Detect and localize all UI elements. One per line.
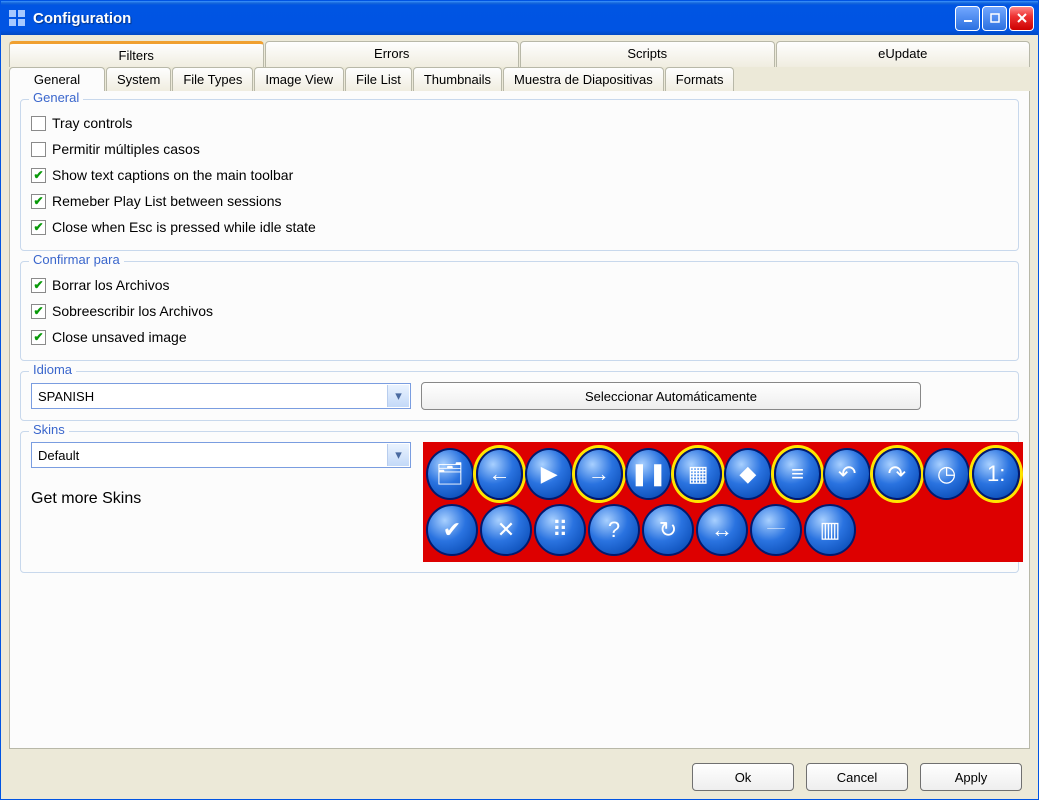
group-skins: Skins Default ▾ Get more Skins 🗂←▶→❚❚▦◆≡… — [20, 431, 1019, 573]
get-more-skins-link[interactable]: Get more Skins — [31, 490, 411, 508]
tab-system[interactable]: System — [106, 67, 171, 91]
auto-select-button[interactable]: Seleccionar Automáticamente — [421, 382, 921, 410]
tabs-upper: Filters Errors Scripts eUpdate — [9, 41, 1030, 67]
help-icon[interactable]: ? — [588, 504, 640, 556]
folders-icon[interactable]: 🗂 — [426, 448, 474, 500]
close-button[interactable] — [1009, 6, 1034, 31]
checkbox-row: ✔ Sobreescribir los Archivos — [31, 298, 1008, 324]
diamond-icon[interactable]: ◆ — [724, 448, 772, 500]
refresh-icon[interactable]: ↻ — [642, 504, 694, 556]
chevron-down-icon: ▾ — [387, 385, 409, 407]
chevron-down-icon: ▾ — [387, 444, 409, 466]
checkbox-label: Sobreescribir los Archivos — [52, 303, 213, 319]
titlebar: Configuration — [1, 1, 1038, 35]
dots-icon[interactable]: ⠿ — [534, 504, 586, 556]
checkbox-row: ✔ Remeber Play List between sessions — [31, 188, 1008, 214]
checkbox-row: ✔ Borrar los Archivos — [31, 272, 1008, 298]
legend-confirm: Confirmar para — [29, 252, 124, 267]
checkbox[interactable]: ✔ — [31, 194, 46, 209]
checkbox[interactable] — [31, 142, 46, 157]
checkbox[interactable]: ✔ — [31, 330, 46, 345]
language-value: SPANISH — [38, 389, 94, 404]
check-icon[interactable]: ✔ — [426, 504, 478, 556]
tab-errors[interactable]: Errors — [265, 41, 520, 67]
skin-select[interactable]: Default ▾ — [31, 442, 411, 468]
minimize-button[interactable] — [955, 6, 980, 31]
bars-thick-icon[interactable]: ▥ — [804, 504, 856, 556]
tab-panel-general: General Tray controls Permitir múltiples … — [9, 91, 1030, 749]
group-general: General Tray controlsPermitir múltiples … — [20, 99, 1019, 251]
tab-thumbnails[interactable]: Thumbnails — [413, 67, 502, 91]
checkbox-label: Close when Esc is pressed while idle sta… — [52, 219, 316, 235]
legend-idioma: Idioma — [29, 362, 76, 377]
clock-icon[interactable]: ◷ — [923, 448, 971, 500]
ok-button[interactable]: Ok — [692, 763, 794, 791]
bars-thin-icon[interactable]: 𝄖 — [750, 504, 802, 556]
play-icon[interactable]: ▶ — [525, 448, 573, 500]
language-select[interactable]: SPANISH ▾ — [31, 383, 411, 409]
checkbox-label: Close unsaved image — [52, 329, 187, 345]
checkbox-label: Remeber Play List between sessions — [52, 193, 282, 209]
app-icon — [7, 8, 27, 28]
dialog-button-bar: Ok Cancel Apply — [1, 755, 1038, 799]
group-idioma: Idioma SPANISH ▾ Seleccionar Automáticam… — [20, 371, 1019, 421]
checkbox-row: Tray controls — [31, 110, 1008, 136]
checkbox-label: Borrar los Archivos — [52, 277, 169, 293]
close-round-icon[interactable]: ✕ — [480, 504, 532, 556]
tab-file-types[interactable]: File Types — [172, 67, 253, 91]
checkbox[interactable]: ✔ — [31, 304, 46, 319]
redo-icon[interactable]: ↷ — [873, 448, 921, 500]
forward-icon[interactable]: → — [575, 448, 623, 500]
apply-button[interactable]: Apply — [920, 763, 1022, 791]
legend-general: General — [29, 90, 83, 105]
checkbox-row: ✔ Close unsaved image — [31, 324, 1008, 350]
checkbox[interactable]: ✔ — [31, 168, 46, 183]
checkbox-row: ✔ Close when Esc is pressed while idle st… — [31, 214, 1008, 240]
checkbox-label: Permitir múltiples casos — [52, 141, 200, 157]
checkbox-label: Show text captions on the main toolbar — [52, 167, 293, 183]
checkbox[interactable] — [31, 116, 46, 131]
one-one-icon[interactable]: 1: — [972, 448, 1020, 500]
tab-file-list[interactable]: File List — [345, 67, 412, 91]
lines-icon[interactable]: ≡ — [774, 448, 822, 500]
grid-icon[interactable]: ▦ — [674, 448, 722, 500]
legend-skins: Skins — [29, 422, 69, 437]
tab-scripts[interactable]: Scripts — [520, 41, 775, 67]
skin-preview: 🗂←▶→❚❚▦◆≡↶↷◷1: ✔✕⠿?↻↔𝄖▥ — [423, 442, 1023, 562]
skin-value: Default — [38, 448, 79, 463]
tab-general[interactable]: General — [9, 67, 105, 91]
checkbox-row: Permitir múltiples casos — [31, 136, 1008, 162]
tab-muestra[interactable]: Muestra de Diapositivas — [503, 67, 664, 91]
checkbox-row: ✔ Show text captions on the main toolbar — [31, 162, 1008, 188]
tab-image-view[interactable]: Image View — [254, 67, 344, 91]
maximize-button[interactable] — [982, 6, 1007, 31]
back-icon[interactable]: ← — [476, 448, 524, 500]
tab-eupdate[interactable]: eUpdate — [776, 41, 1031, 67]
cancel-button[interactable]: Cancel — [806, 763, 908, 791]
pause-icon[interactable]: ❚❚ — [625, 448, 673, 500]
window-title: Configuration — [33, 10, 955, 27]
tabs-lower: General System File Types Image View Fil… — [9, 67, 1030, 91]
checkbox-label: Tray controls — [52, 115, 132, 131]
checkbox[interactable]: ✔ — [31, 278, 46, 293]
tab-formats[interactable]: Formats — [665, 67, 735, 91]
resize-h-icon[interactable]: ↔ — [696, 504, 748, 556]
checkbox[interactable]: ✔ — [31, 220, 46, 235]
tab-filters[interactable]: Filters — [9, 41, 264, 67]
undo-icon[interactable]: ↶ — [823, 448, 871, 500]
group-confirm: Confirmar para ✔Borrar los Archivos✔Sobr… — [20, 261, 1019, 361]
